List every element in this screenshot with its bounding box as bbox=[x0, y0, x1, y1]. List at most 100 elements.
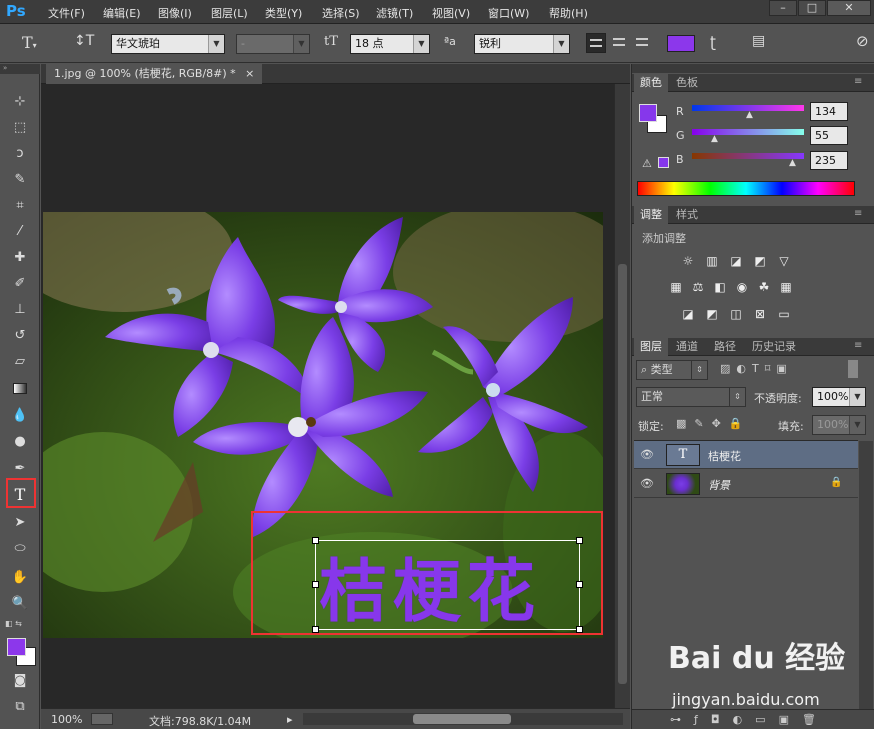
transform-handle[interactable] bbox=[576, 581, 583, 588]
layer-filter-icons[interactable]: ▨◐T⌑▣ bbox=[720, 362, 793, 375]
antialias-select[interactable]: 锐利 ▼ bbox=[474, 34, 570, 54]
zoom-level[interactable]: 100% bbox=[51, 713, 82, 726]
document-tab[interactable]: 1.jpg @ 100% (桔梗花, RGB/8#) * × bbox=[46, 64, 263, 84]
character-panel-icon[interactable]: ▤ bbox=[752, 33, 765, 49]
visibility-eye-icon[interactable]: 👁 bbox=[640, 477, 654, 490]
g-value[interactable]: 55 bbox=[810, 126, 848, 145]
tab-adjustments[interactable]: 调整 bbox=[634, 206, 668, 224]
fill-input[interactable]: 100% ▼ bbox=[812, 415, 866, 435]
brush-tool-icon[interactable]: ✐ bbox=[8, 273, 32, 295]
h-scroll-thumb[interactable] bbox=[413, 714, 511, 724]
dodge-tool-icon[interactable]: ● bbox=[8, 431, 32, 453]
menu-view[interactable]: 视图(V) bbox=[432, 5, 470, 21]
gamut-warning-icon[interactable]: ⚠ bbox=[642, 157, 652, 170]
flower-image[interactable]: 桔梗花 bbox=[43, 212, 603, 638]
status-icon[interactable] bbox=[91, 713, 113, 725]
pen-tool-icon[interactable]: ✒ bbox=[8, 458, 32, 480]
close-window-button[interactable]: ✕ bbox=[827, 0, 871, 16]
font-family-select[interactable]: 华文琥珀 ▼ bbox=[111, 34, 225, 54]
b-slider[interactable] bbox=[692, 153, 804, 159]
layer-action-icons[interactable]: ⊶ƒ◘◐▭▣🗑 bbox=[670, 713, 829, 726]
transform-handle[interactable] bbox=[312, 581, 319, 588]
tab-layers[interactable]: 图层 bbox=[634, 338, 668, 356]
visibility-eye-icon[interactable]: 👁 bbox=[640, 448, 654, 461]
close-tab-icon[interactable]: × bbox=[245, 67, 254, 80]
panel-menu-icon[interactable]: ≡ bbox=[854, 208, 862, 219]
clone-stamp-tool-icon[interactable]: ⊥ bbox=[8, 299, 32, 321]
invert-icon[interactable]: ◪ bbox=[680, 307, 696, 321]
levels-icon[interactable]: ▥ bbox=[704, 254, 720, 268]
transform-handle[interactable] bbox=[312, 537, 319, 544]
r-value[interactable]: 134 bbox=[810, 102, 848, 121]
blend-mode-select[interactable]: 正常 ⇕ bbox=[636, 387, 746, 407]
transform-handle[interactable] bbox=[312, 626, 319, 633]
menu-filter[interactable]: 滤镜(T) bbox=[376, 5, 413, 21]
zoom-tool-icon[interactable]: 🔍 bbox=[8, 593, 32, 615]
screen-mode-icon[interactable]: ⧉ bbox=[8, 696, 32, 718]
vertical-scrollbar[interactable] bbox=[614, 84, 630, 708]
opacity-input[interactable]: 100% ▼ bbox=[812, 387, 866, 407]
marquee-tool-icon[interactable]: ⬚ bbox=[8, 117, 32, 139]
channel-mixer-icon[interactable]: ☘ bbox=[756, 280, 772, 294]
lasso-tool-icon[interactable]: ↄ bbox=[8, 143, 32, 165]
layer-row-background[interactable]: 👁 背景 🔒 bbox=[634, 470, 858, 498]
align-center-button[interactable] bbox=[609, 33, 629, 53]
color-lookup-icon[interactable]: ▦ bbox=[778, 280, 794, 294]
curves-icon[interactable]: ◪ bbox=[728, 254, 744, 268]
horizontal-scrollbar[interactable] bbox=[303, 713, 623, 725]
path-selection-tool-icon[interactable]: ➤ bbox=[8, 512, 32, 534]
layer-row-text[interactable]: 👁 T 桔梗花 bbox=[634, 441, 858, 469]
foreground-color-swatch[interactable] bbox=[639, 104, 657, 122]
ellipse-tool-icon[interactable]: ⬭ bbox=[8, 538, 32, 560]
text-color-swatch[interactable] bbox=[667, 35, 695, 52]
layer-name[interactable]: 背景 bbox=[708, 477, 730, 493]
menu-image[interactable]: 图像(I) bbox=[158, 5, 192, 21]
toolbar-collapse-icon[interactable]: » bbox=[0, 64, 40, 74]
menu-help[interactable]: 帮助(H) bbox=[549, 5, 588, 21]
gradient-tool-icon[interactable] bbox=[8, 378, 32, 400]
font-size-select[interactable]: 18 点 ▼ bbox=[350, 34, 430, 54]
canvas-area[interactable]: 桔梗花 bbox=[41, 84, 614, 708]
b-slider-handle[interactable]: ▲ bbox=[789, 158, 796, 168]
history-brush-tool-icon[interactable]: ↺ bbox=[8, 325, 32, 347]
gradient-map-icon[interactable]: ▭ bbox=[776, 307, 792, 321]
menu-type[interactable]: 类型(Y) bbox=[265, 5, 302, 21]
tab-history[interactable]: 历史记录 bbox=[746, 338, 802, 356]
black-white-icon[interactable]: ◧ bbox=[712, 280, 728, 294]
g-slider[interactable] bbox=[692, 129, 804, 135]
color-spectrum[interactable] bbox=[637, 181, 855, 196]
panel-menu-icon[interactable]: ≡ bbox=[854, 76, 862, 87]
transform-handle[interactable] bbox=[576, 626, 583, 633]
type-tool-icon[interactable]: T bbox=[8, 484, 32, 506]
layers-scrollbar[interactable] bbox=[859, 441, 873, 709]
quick-mask-icon[interactable]: ◙ bbox=[8, 670, 32, 692]
hue-saturation-icon[interactable]: ▦ bbox=[668, 280, 684, 294]
b-value[interactable]: 235 bbox=[810, 151, 848, 170]
lock-icons[interactable]: ▩✎✥🔒 bbox=[676, 417, 751, 430]
panel-menu-icon[interactable]: ≡ bbox=[854, 340, 862, 351]
tab-channels[interactable]: 通道 bbox=[670, 338, 704, 356]
posterize-icon[interactable]: ◩ bbox=[704, 307, 720, 321]
foreground-color-swatch[interactable] bbox=[7, 638, 26, 656]
text-layer-content[interactable]: 桔梗花 bbox=[319, 536, 541, 635]
brightness-icon[interactable]: ☼ bbox=[680, 254, 696, 268]
align-right-button[interactable] bbox=[632, 33, 652, 53]
healing-brush-tool-icon[interactable]: ✚ bbox=[8, 247, 32, 269]
text-orientation-icon[interactable]: ↕T bbox=[74, 33, 94, 49]
tab-styles[interactable]: 样式 bbox=[670, 206, 704, 224]
selective-color-icon[interactable]: ⊠ bbox=[752, 307, 768, 321]
maximize-button[interactable]: □ bbox=[798, 0, 826, 16]
r-slider-handle[interactable]: ▲ bbox=[746, 110, 753, 120]
eyedropper-tool-icon[interactable]: ⁄ bbox=[8, 221, 32, 243]
quick-selection-tool-icon[interactable]: ✎ bbox=[8, 169, 32, 191]
move-tool-icon[interactable]: ⊹ bbox=[8, 91, 32, 113]
g-slider-handle[interactable]: ▲ bbox=[711, 134, 718, 144]
default-colors-icon[interactable]: ◧ ⇆ bbox=[5, 619, 22, 628]
warp-text-icon[interactable]: ʈ bbox=[710, 33, 716, 51]
type-tool-preset-icon[interactable]: T▾ bbox=[22, 33, 37, 52]
layer-filter-select[interactable]: ⌕ 类型 ⇕ bbox=[636, 360, 708, 380]
menu-layer[interactable]: 图层(L) bbox=[211, 5, 248, 21]
menu-select[interactable]: 选择(S) bbox=[322, 5, 360, 21]
status-menu-arrow-icon[interactable]: ▸ bbox=[287, 713, 293, 726]
menu-file[interactable]: 文件(F) bbox=[48, 5, 85, 21]
